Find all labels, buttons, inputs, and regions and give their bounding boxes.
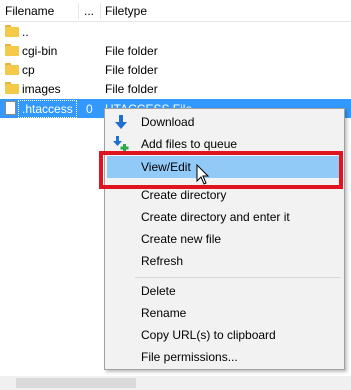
column-size[interactable]: ... xyxy=(84,4,94,18)
menu-item-delete[interactable]: Delete xyxy=(107,280,342,302)
menu-item-label: Refresh xyxy=(141,254,184,268)
context-menu: Download Add files to queue View/Edit Cr… xyxy=(104,108,345,370)
highlight-annotation-box xyxy=(99,151,343,189)
file-icon xyxy=(5,101,16,115)
download-arrow-icon xyxy=(113,114,129,130)
scrollbar-thumb[interactable] xyxy=(16,378,136,388)
list-item-parent-dir[interactable]: .. xyxy=(0,22,351,41)
file-size: 0 xyxy=(86,102,93,116)
list-item-cgi-bin[interactable]: cgi-bin File folder xyxy=(0,41,351,60)
add-to-queue-icon xyxy=(113,136,129,152)
menu-item-label: Create directory and enter it xyxy=(141,210,290,224)
file-name: .. xyxy=(22,25,29,39)
file-name: .htaccess xyxy=(18,100,77,118)
menu-item-label: Copy URL(s) to clipboard xyxy=(141,328,276,342)
menu-item-copy-urls[interactable]: Copy URL(s) to clipboard xyxy=(107,324,342,346)
file-list-header: Filename ... Filetype xyxy=(0,0,351,22)
folder-icon xyxy=(5,82,19,94)
folder-icon xyxy=(5,25,19,37)
menu-item-label: File permissions... xyxy=(141,350,238,364)
menu-item-label: Add files to queue xyxy=(141,137,238,151)
menu-item-create-directory-and-enter[interactable]: Create directory and enter it xyxy=(107,206,342,228)
folder-icon xyxy=(5,44,19,56)
file-name: cp xyxy=(22,63,35,77)
menu-item-download[interactable]: Download xyxy=(107,111,342,133)
list-item-cp[interactable]: cp File folder xyxy=(0,60,351,79)
menu-item-label: Create directory xyxy=(141,188,227,202)
horizontal-scrollbar[interactable] xyxy=(0,376,351,390)
file-type: File folder xyxy=(105,44,158,58)
file-type: File folder xyxy=(105,82,158,96)
column-filename[interactable]: Filename xyxy=(5,4,54,18)
menu-item-file-permissions[interactable]: File permissions... xyxy=(107,346,342,368)
menu-separator xyxy=(135,277,340,278)
file-name: cgi-bin xyxy=(22,44,58,58)
menu-item-label: Download xyxy=(141,115,195,129)
file-name: images xyxy=(22,82,61,96)
menu-item-label: Rename xyxy=(141,306,187,320)
folder-icon xyxy=(5,63,19,75)
menu-item-create-new-file[interactable]: Create new file xyxy=(107,228,342,250)
mouse-cursor-icon xyxy=(196,164,210,185)
column-divider[interactable] xyxy=(78,3,79,19)
menu-item-refresh[interactable]: Refresh xyxy=(107,250,342,272)
file-type: File folder xyxy=(105,63,158,77)
menu-item-label: Create new file xyxy=(141,232,222,246)
list-item-images[interactable]: images File folder xyxy=(0,79,351,98)
menu-item-rename[interactable]: Rename xyxy=(107,302,342,324)
menu-item-label: Delete xyxy=(141,284,176,298)
column-divider[interactable] xyxy=(100,3,101,19)
column-filetype[interactable]: Filetype xyxy=(105,4,147,18)
